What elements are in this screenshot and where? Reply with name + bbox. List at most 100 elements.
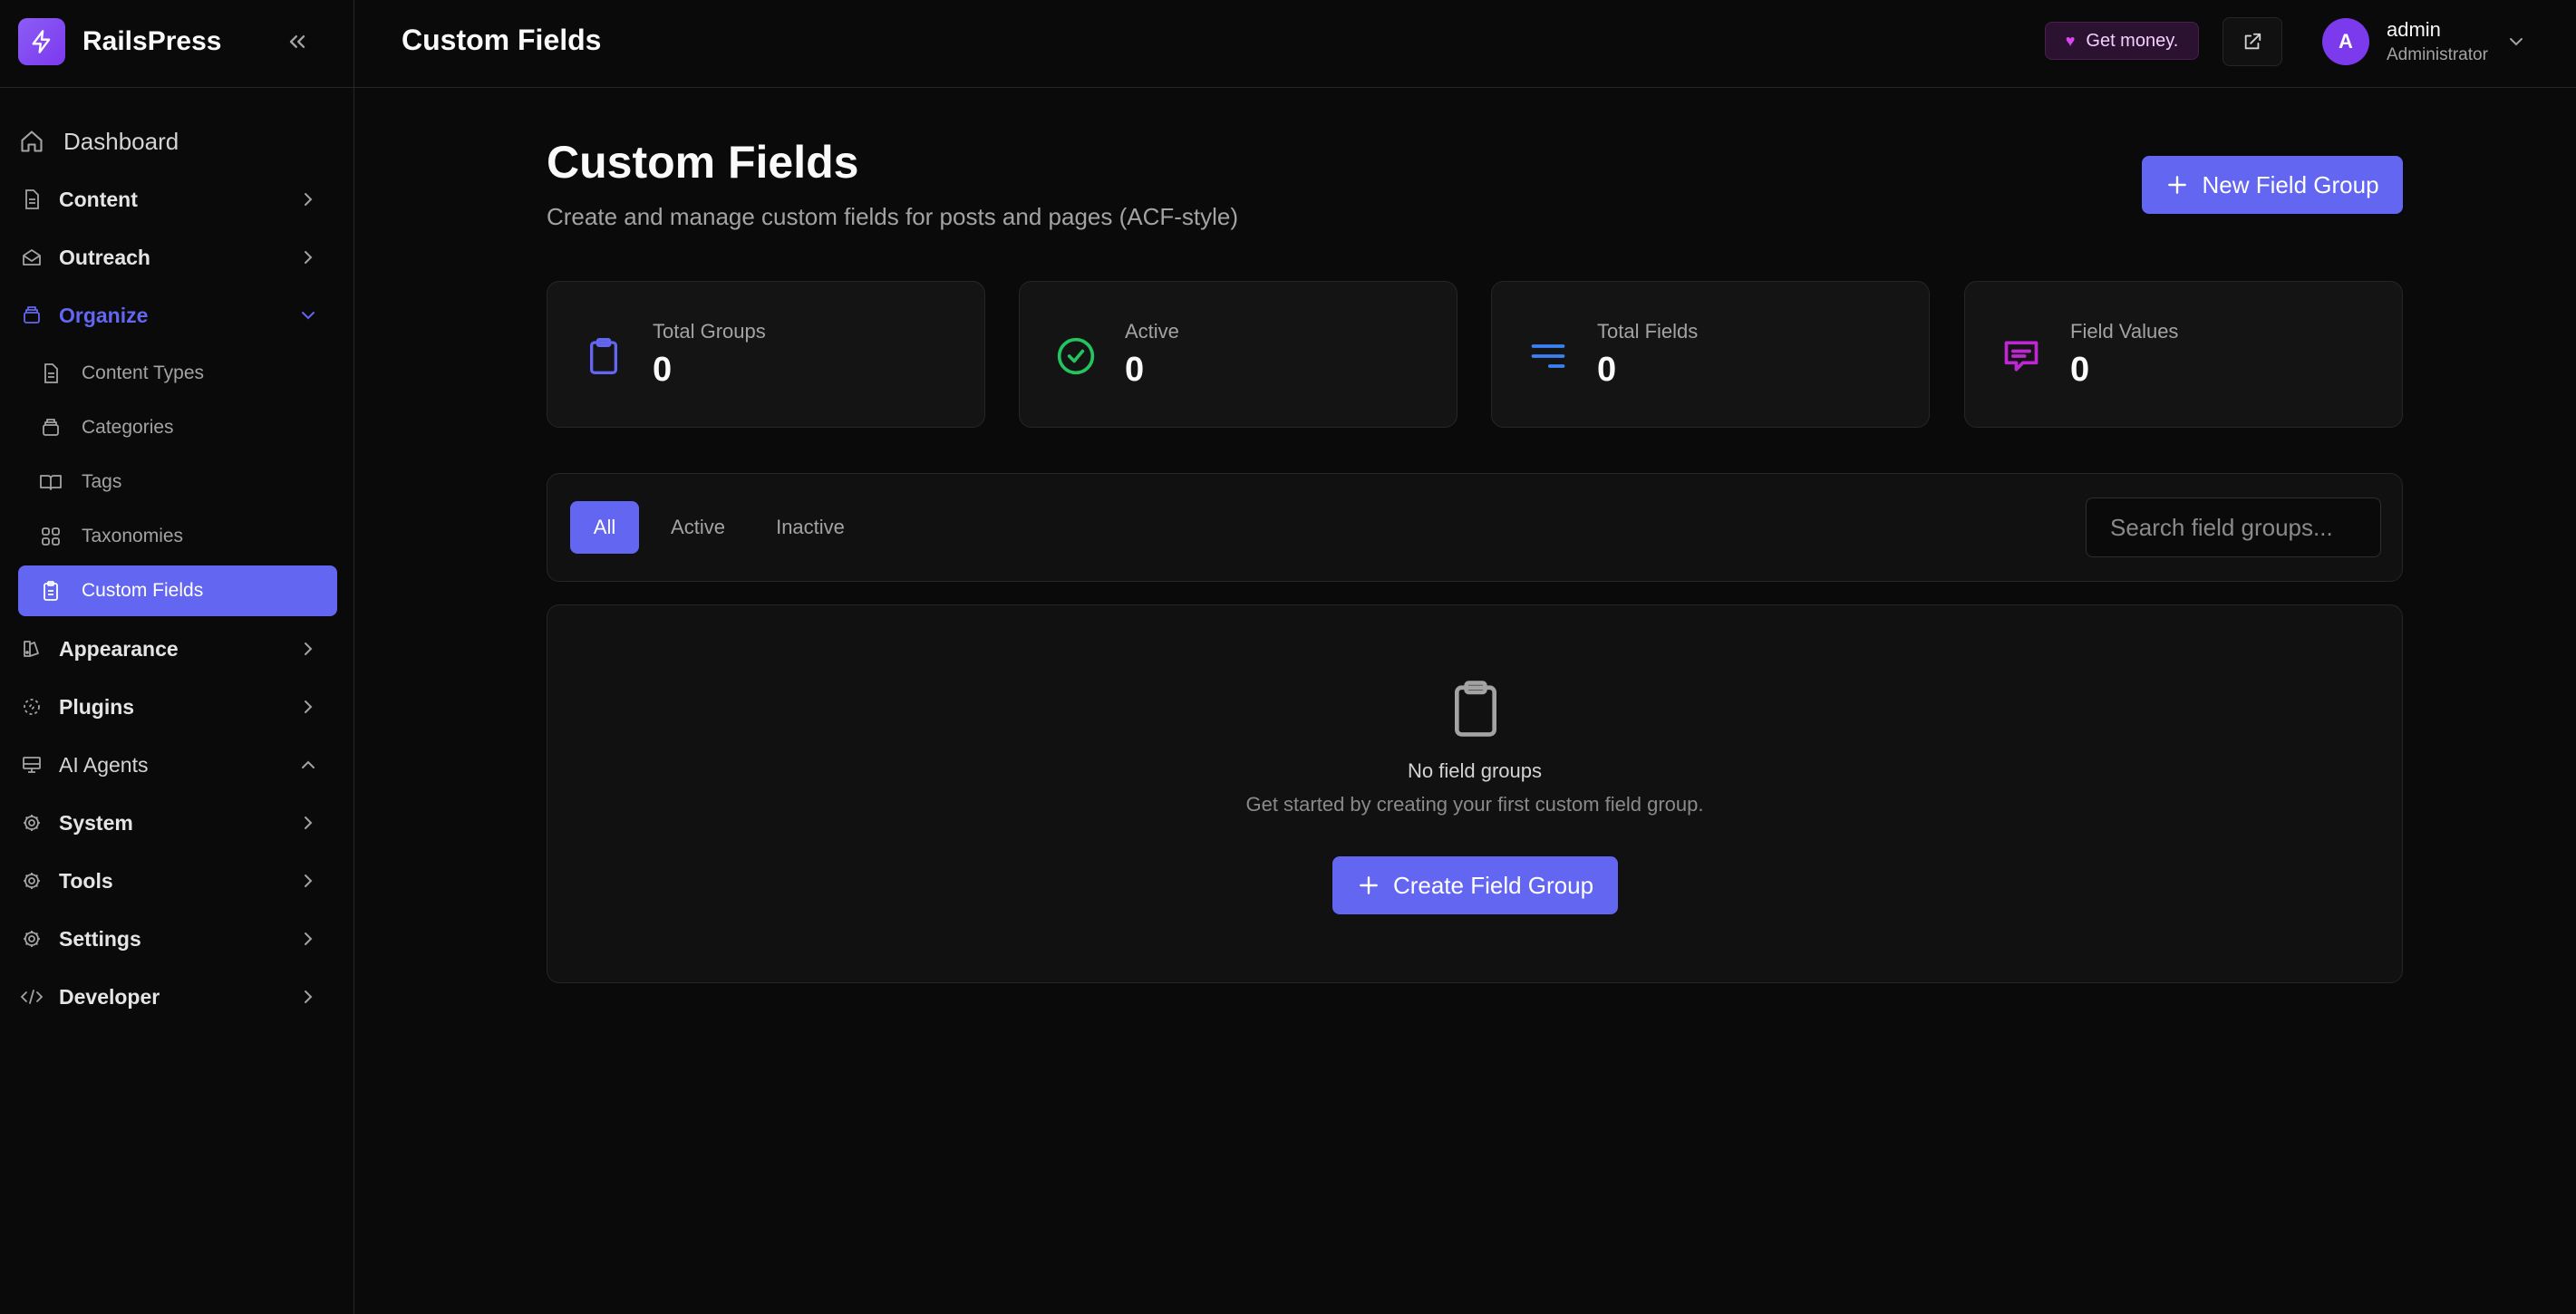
gear-icon (18, 867, 45, 894)
sidebar-item-system[interactable]: System (18, 794, 337, 852)
view-site-button[interactable] (2223, 17, 2282, 66)
page-subtitle: Create and manage custom fields for post… (547, 203, 1239, 230)
layers-icon (18, 302, 45, 329)
sidebar-item-tags[interactable]: Tags (18, 457, 337, 507)
stat-label: Active (1125, 320, 1179, 343)
grid-icon (38, 524, 63, 549)
gear-icon (18, 809, 45, 836)
sidebar-item-plugins[interactable]: Plugins (18, 678, 337, 736)
document-icon (18, 186, 45, 213)
lines-icon (1528, 336, 1568, 376)
sidebar-item-label: Content (59, 187, 138, 211)
code-icon (18, 983, 45, 1010)
chevron-right-icon (305, 816, 313, 829)
filter-bar: All Active Inactive (547, 473, 2403, 582)
sidebar-item-label: Taxonomies (82, 526, 184, 546)
empty-state-subtitle: Get started by creating your first custo… (1245, 793, 1704, 816)
collapse-sidebar-icon[interactable] (281, 25, 314, 58)
sidebar-nav: Dashboard Content Outreach Organize Cont… (18, 112, 337, 1026)
chevron-right-icon (305, 251, 313, 264)
get-money-badge[interactable]: ♥ Get money. (2045, 22, 2199, 60)
palette-icon (18, 635, 45, 662)
brand[interactable]: RailsPress (18, 16, 221, 67)
folder-stack-icon (38, 415, 63, 440)
sidebar-item-label: Settings (59, 926, 141, 951)
heart-icon: ♥ (2065, 31, 2076, 50)
chevron-right-icon (305, 193, 313, 206)
sidebar-item-label: Dashboard (63, 127, 179, 155)
tab-all[interactable]: All (570, 501, 639, 554)
tab-inactive[interactable]: Inactive (756, 501, 865, 554)
avatar[interactable]: A (2322, 18, 2369, 65)
sidebar-item-label: Appearance (59, 636, 179, 661)
sidebar-item-label: Custom Fields (82, 580, 204, 601)
sidebar-item-taxonomies[interactable]: Taxonomies (18, 511, 337, 562)
clipboard-icon (1455, 681, 1496, 737)
sidebar-item-appearance[interactable]: Appearance (18, 620, 337, 678)
chevron-right-icon (305, 990, 313, 1003)
sidebar-item-dashboard[interactable]: Dashboard (18, 112, 337, 170)
stat-value: 0 (2070, 351, 2090, 389)
gear-icon (18, 925, 45, 952)
sidebar-item-categories[interactable]: Categories (18, 402, 337, 453)
stat-label: Total Groups (653, 320, 766, 343)
message-icon (2001, 336, 2041, 376)
chevron-right-icon (305, 874, 313, 887)
user-role: Administrator (2387, 45, 2488, 64)
sidebar-item-label: Content Types (82, 362, 205, 383)
user-name[interactable]: admin (2387, 18, 2441, 42)
stat-value: 0 (1597, 351, 1617, 389)
sidebar-item-organize[interactable]: Organize (18, 286, 337, 344)
chevron-down-icon[interactable] (2505, 31, 2527, 53)
plus-icon (2168, 176, 2187, 194)
sidebar-item-ai-agents[interactable]: AI Agents (18, 736, 337, 794)
sidebar-item-label: Outreach (59, 245, 150, 269)
chevron-right-icon (305, 932, 313, 945)
document-icon (38, 361, 63, 386)
tab-active[interactable]: Active (656, 501, 740, 554)
home-icon (18, 128, 45, 155)
button-label: Create Field Group (1392, 871, 1594, 899)
sidebar-item-label: Tags (82, 471, 122, 492)
empty-state-title: No field groups (1408, 759, 1542, 782)
sidebar-item-custom-fields[interactable]: Custom Fields (18, 565, 337, 616)
stat-card-total-groups: Total Groups 0 (547, 281, 985, 428)
clipboard-icon (38, 578, 63, 604)
external-link-icon (2244, 33, 2261, 50)
sidebar-item-label: Organize (59, 303, 149, 327)
badge-label: Get money. (2086, 30, 2179, 51)
chevron-right-icon (305, 643, 313, 655)
sidebar-item-developer[interactable]: Developer (18, 968, 337, 1026)
stat-label: Total Fields (1597, 320, 1699, 343)
sidebar: RailsPress Dashboard Content Outreach Or… (0, 0, 354, 1314)
sidebar-item-content-types[interactable]: Content Types (18, 348, 337, 399)
puzzle-icon (18, 693, 45, 720)
sidebar-item-label: Tools (59, 868, 113, 893)
check-circle-icon (1056, 336, 1096, 376)
stat-card-field-values: Field Values 0 (1964, 281, 2403, 428)
sidebar-item-outreach[interactable]: Outreach (18, 228, 337, 286)
chevron-down-icon (302, 312, 315, 320)
sidebar-item-content[interactable]: Content (18, 170, 337, 228)
book-open-icon (38, 469, 63, 495)
monitor-icon (18, 751, 45, 778)
envelope-open-icon (18, 244, 45, 271)
search-input[interactable] (2086, 498, 2381, 557)
button-label: New Field Group (2202, 170, 2379, 198)
stat-label: Field Values (2070, 320, 2179, 343)
brand-name: RailsPress (82, 26, 222, 56)
chevron-right-icon (305, 700, 313, 713)
stat-card-total-fields: Total Fields 0 (1491, 281, 1930, 428)
page-title: Custom Fields (547, 137, 859, 188)
sidebar-item-tools[interactable]: Tools (18, 852, 337, 910)
clipboard-icon (584, 336, 624, 376)
sidebar-item-label: Categories (82, 417, 174, 438)
stat-value: 0 (1125, 351, 1145, 389)
empty-state: No field groups Get started by creating … (547, 604, 2403, 983)
chevron-up-icon (302, 760, 315, 768)
new-field-group-button[interactable]: New Field Group (2142, 156, 2403, 214)
sidebar-item-settings[interactable]: Settings (18, 910, 337, 968)
create-field-group-button[interactable]: Create Field Group (1332, 856, 1618, 914)
sidebar-item-label: Developer (59, 984, 160, 1009)
stat-card-active: Active 0 (1019, 281, 1457, 428)
